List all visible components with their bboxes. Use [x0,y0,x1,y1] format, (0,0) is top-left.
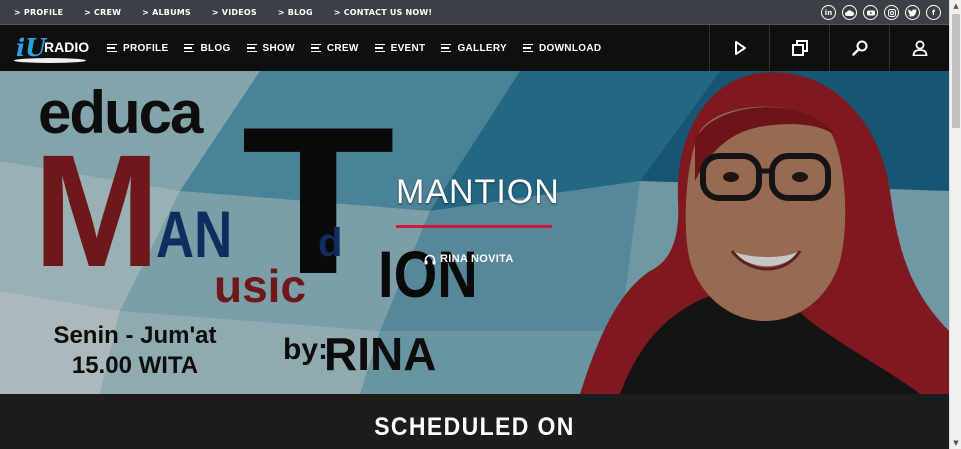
top-links: > PROFILE > CREW > ALBUMS > VIDEOS > BLOG > CO… [14,0,453,25]
menu-item-label: DOWNLOAD [538,42,602,54]
menu-lines-icon [184,42,195,55]
host-name: RINA NOVITA [440,253,514,265]
menu-item-label: EVENT [390,42,426,54]
menu-lines-icon [310,42,321,55]
top-link-label: CREW [94,8,122,17]
menu-item-gallery[interactable]: GALLERY [441,42,507,55]
top-link-label: PROFILE [23,8,64,17]
hero-slider: educa T M AN d ION usic Senin - Jum'at 1… [0,71,949,394]
youtube-icon[interactable] [863,5,878,20]
chevron-right-icon: > [277,8,285,17]
page-scrollbar[interactable]: ▲ ▼ [949,0,961,449]
menu-lines-icon [374,42,385,55]
facebook-icon[interactable]: f [926,5,941,20]
scroll-down-arrow-icon[interactable]: ▼ [950,437,961,449]
chevron-right-icon: > [211,8,219,17]
menu-lines-icon [246,42,257,55]
play-button[interactable] [709,25,769,71]
scheduled-section: SCHEDULED ON [0,394,949,449]
top-link-contact[interactable]: > CONTACT US NOW! [334,8,432,17]
menu-item-label: PROFILE [123,42,169,54]
logo-radio-text: RADIO [44,39,90,55]
user-button[interactable] [889,25,949,71]
search-icon [851,40,867,56]
headphones-icon [424,254,436,264]
menu-item-label: BLOG [200,42,231,54]
show-host[interactable]: RINA NOVITA [424,253,514,265]
logo-iu-text: iU [16,33,47,62]
instagram-icon[interactable] [884,5,899,20]
scroll-up-arrow-icon[interactable]: ▲ [950,0,961,12]
linkedin-icon[interactable]: in [821,5,836,20]
title-underline [396,225,552,228]
main-navbar: iU RADIO PROFILE BLOG SHOW CREW EVENT GA… [0,25,949,71]
user-icon [912,40,927,56]
top-link-videos[interactable]: > VIDEOS [212,8,257,17]
menu-item-label: CREW [326,42,359,54]
twitter-icon[interactable] [905,5,920,20]
top-link-albums[interactable]: > ALBUMS [142,8,191,17]
top-link-blog[interactable]: > BLOG [278,8,313,17]
menu-item-label: SHOW [262,42,295,54]
menu-lines-icon [107,42,117,55]
playlist-button[interactable] [769,25,829,71]
chevron-right-icon: > [142,8,150,17]
play-icon [734,41,746,55]
menu-item-show[interactable]: SHOW [246,42,295,55]
top-link-crew[interactable]: > CREW [84,8,121,17]
show-title[interactable]: MANTION [396,173,559,212]
menu-item-profile[interactable]: PROFILE [107,42,168,55]
top-link-profile[interactable]: > PROFILE [14,8,63,17]
menu-item-blog[interactable]: BLOG [184,42,230,55]
site-logo[interactable]: iU RADIO [14,31,90,65]
cloud-icon[interactable] [842,5,857,20]
chevron-right-icon: > [14,8,21,17]
social-links: in f [815,5,941,20]
hero-overlay [0,71,949,394]
menu-item-download[interactable]: DOWNLOAD [522,42,602,55]
top-link-label: BLOG [287,8,313,17]
nav-icon-buttons [709,25,949,71]
menu-lines-icon [441,42,452,55]
chevron-right-icon: > [84,8,92,17]
search-button[interactable] [829,25,889,71]
scrollbar-thumb[interactable] [952,14,960,128]
scheduled-title: SCHEDULED ON [374,413,575,441]
menu-lines-icon [522,42,533,55]
menu-item-label: GALLERY [457,42,507,54]
menu-item-event[interactable]: EVENT [374,42,426,55]
top-utility-bar: > PROFILE > CREW > ALBUMS > VIDEOS > BLOG > CO… [0,0,949,25]
top-link-label: VIDEOS [221,8,257,17]
top-link-label: CONTACT US NOW! [343,8,433,17]
copy-icon [791,40,808,56]
top-link-label: ALBUMS [152,8,191,17]
menu-item-crew[interactable]: CREW [310,42,359,55]
chevron-right-icon: > [333,8,341,17]
main-menu: PROFILE BLOG SHOW CREW EVENT GALLERY DOW… [107,25,617,71]
